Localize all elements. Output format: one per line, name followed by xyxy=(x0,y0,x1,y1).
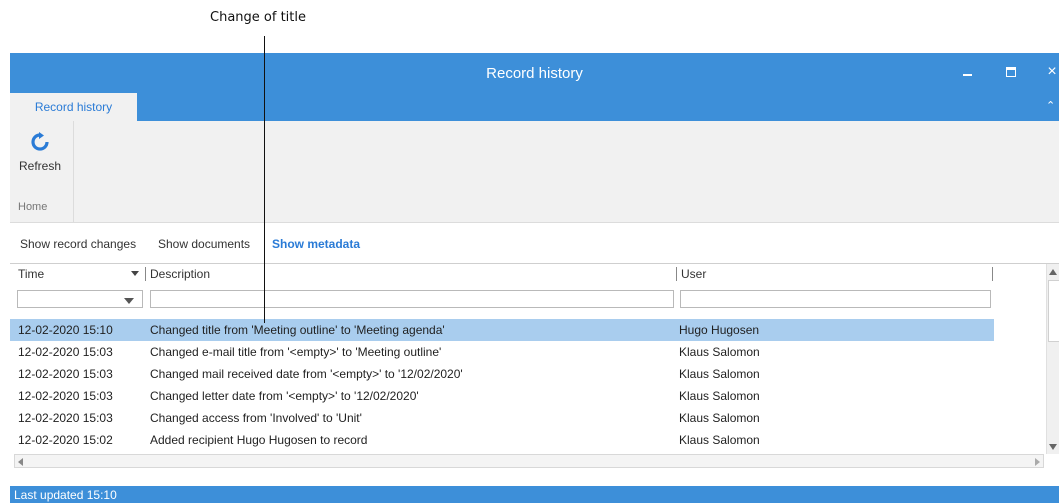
column-header-user[interactable]: User xyxy=(681,267,706,281)
maximize-icon[interactable] xyxy=(1000,61,1022,83)
cell-time: 12-02-2020 15:10 xyxy=(18,323,113,337)
history-grid: Time Description User 12-02-2020 15:10 C… xyxy=(10,263,1059,479)
column-separator[interactable] xyxy=(992,267,993,281)
cell-description: Changed e-mail title from '<empty>' to '… xyxy=(150,345,442,359)
refresh-label: Refresh xyxy=(18,159,62,173)
cell-user: Klaus Salomon xyxy=(679,367,760,381)
table-row[interactable]: 12-02-2020 15:10 Changed title from 'Mee… xyxy=(10,319,994,341)
time-filter-dropdown[interactable] xyxy=(17,290,143,308)
cell-description: Added recipient Hugo Hugosen to record xyxy=(150,433,368,447)
collapse-ribbon-icon[interactable]: ⌃ xyxy=(1046,99,1055,112)
column-header-description[interactable]: Description xyxy=(150,267,210,281)
column-separator[interactable] xyxy=(676,267,677,281)
title-bar: Record history × xyxy=(10,53,1059,93)
scroll-down-icon[interactable] xyxy=(1049,444,1057,450)
cell-description: Changed title from 'Meeting outline' to … xyxy=(150,323,445,337)
sort-down-icon[interactable] xyxy=(131,271,139,276)
cell-time: 12-02-2020 15:03 xyxy=(18,411,113,425)
minimize-icon[interactable] xyxy=(956,61,978,83)
vertical-scrollbar[interactable] xyxy=(1046,264,1059,454)
callout-line xyxy=(264,36,265,323)
close-icon[interactable]: × xyxy=(1041,61,1059,83)
table-row[interactable]: 12-02-2020 15:02 Added recipient Hugo Hu… xyxy=(10,429,994,451)
cell-user: Klaus Salomon xyxy=(679,433,760,447)
refresh-button[interactable]: Refresh xyxy=(14,131,66,183)
cell-time: 12-02-2020 15:03 xyxy=(18,389,113,403)
table-row[interactable]: 12-02-2020 15:03 Changed letter date fro… xyxy=(10,385,994,407)
cell-description: Changed letter date from '<empty>' to '1… xyxy=(150,389,419,403)
grid-header: Time Description User xyxy=(10,264,1046,284)
status-bar: Last updated 15:10 xyxy=(10,486,1059,503)
cell-time: 12-02-2020 15:03 xyxy=(18,367,113,381)
description-filter-input[interactable] xyxy=(150,290,674,308)
ribbon-group-home: Refresh Home xyxy=(10,121,74,222)
ribbon: Refresh Home xyxy=(10,121,1059,223)
cell-time: 12-02-2020 15:02 xyxy=(18,433,113,447)
show-metadata-link[interactable]: Show metadata xyxy=(272,237,360,251)
scroll-left-icon[interactable] xyxy=(18,458,23,466)
horizontal-scrollbar[interactable] xyxy=(14,454,1044,468)
tab-record-history[interactable]: Record history xyxy=(10,93,137,121)
table-row[interactable]: 12-02-2020 15:03 Changed e-mail title fr… xyxy=(10,341,994,363)
scroll-right-icon[interactable] xyxy=(1035,458,1040,466)
refresh-icon xyxy=(31,132,49,151)
scroll-thumb[interactable] xyxy=(1048,280,1059,342)
column-header-time[interactable]: Time xyxy=(18,267,44,281)
annotation-label: Change of title xyxy=(210,10,306,25)
record-history-window: Record history × Record history ⌃ Refres… xyxy=(10,53,1059,503)
scroll-up-icon[interactable] xyxy=(1049,269,1057,275)
show-documents-link[interactable]: Show documents xyxy=(158,237,250,251)
cell-user: Klaus Salomon xyxy=(679,411,760,425)
table-row[interactable]: 12-02-2020 15:03 Changed mail received d… xyxy=(10,363,994,385)
ribbon-tab-strip: Record history ⌃ xyxy=(10,93,1059,121)
cell-user: Klaus Salomon xyxy=(679,389,760,403)
table-row[interactable]: 12-02-2020 15:03 Changed access from 'In… xyxy=(10,407,994,429)
show-record-changes-link[interactable]: Show record changes xyxy=(20,237,136,251)
ribbon-group-label: Home xyxy=(18,201,48,213)
cell-time: 12-02-2020 15:03 xyxy=(18,345,113,359)
view-links: Show record changes Show documents Show … xyxy=(10,223,1059,261)
column-separator[interactable] xyxy=(145,267,146,281)
status-text: Last updated 15:10 xyxy=(14,488,117,502)
cell-user: Klaus Salomon xyxy=(679,345,760,359)
cell-user: Hugo Hugosen xyxy=(679,323,760,337)
cell-description: Changed access from 'Involved' to 'Unit' xyxy=(150,411,362,425)
window-title: Record history xyxy=(486,65,583,82)
annotation: Change of title xyxy=(0,0,530,52)
cell-description: Changed mail received date from '<empty>… xyxy=(150,367,463,381)
user-filter-input[interactable] xyxy=(680,290,991,308)
